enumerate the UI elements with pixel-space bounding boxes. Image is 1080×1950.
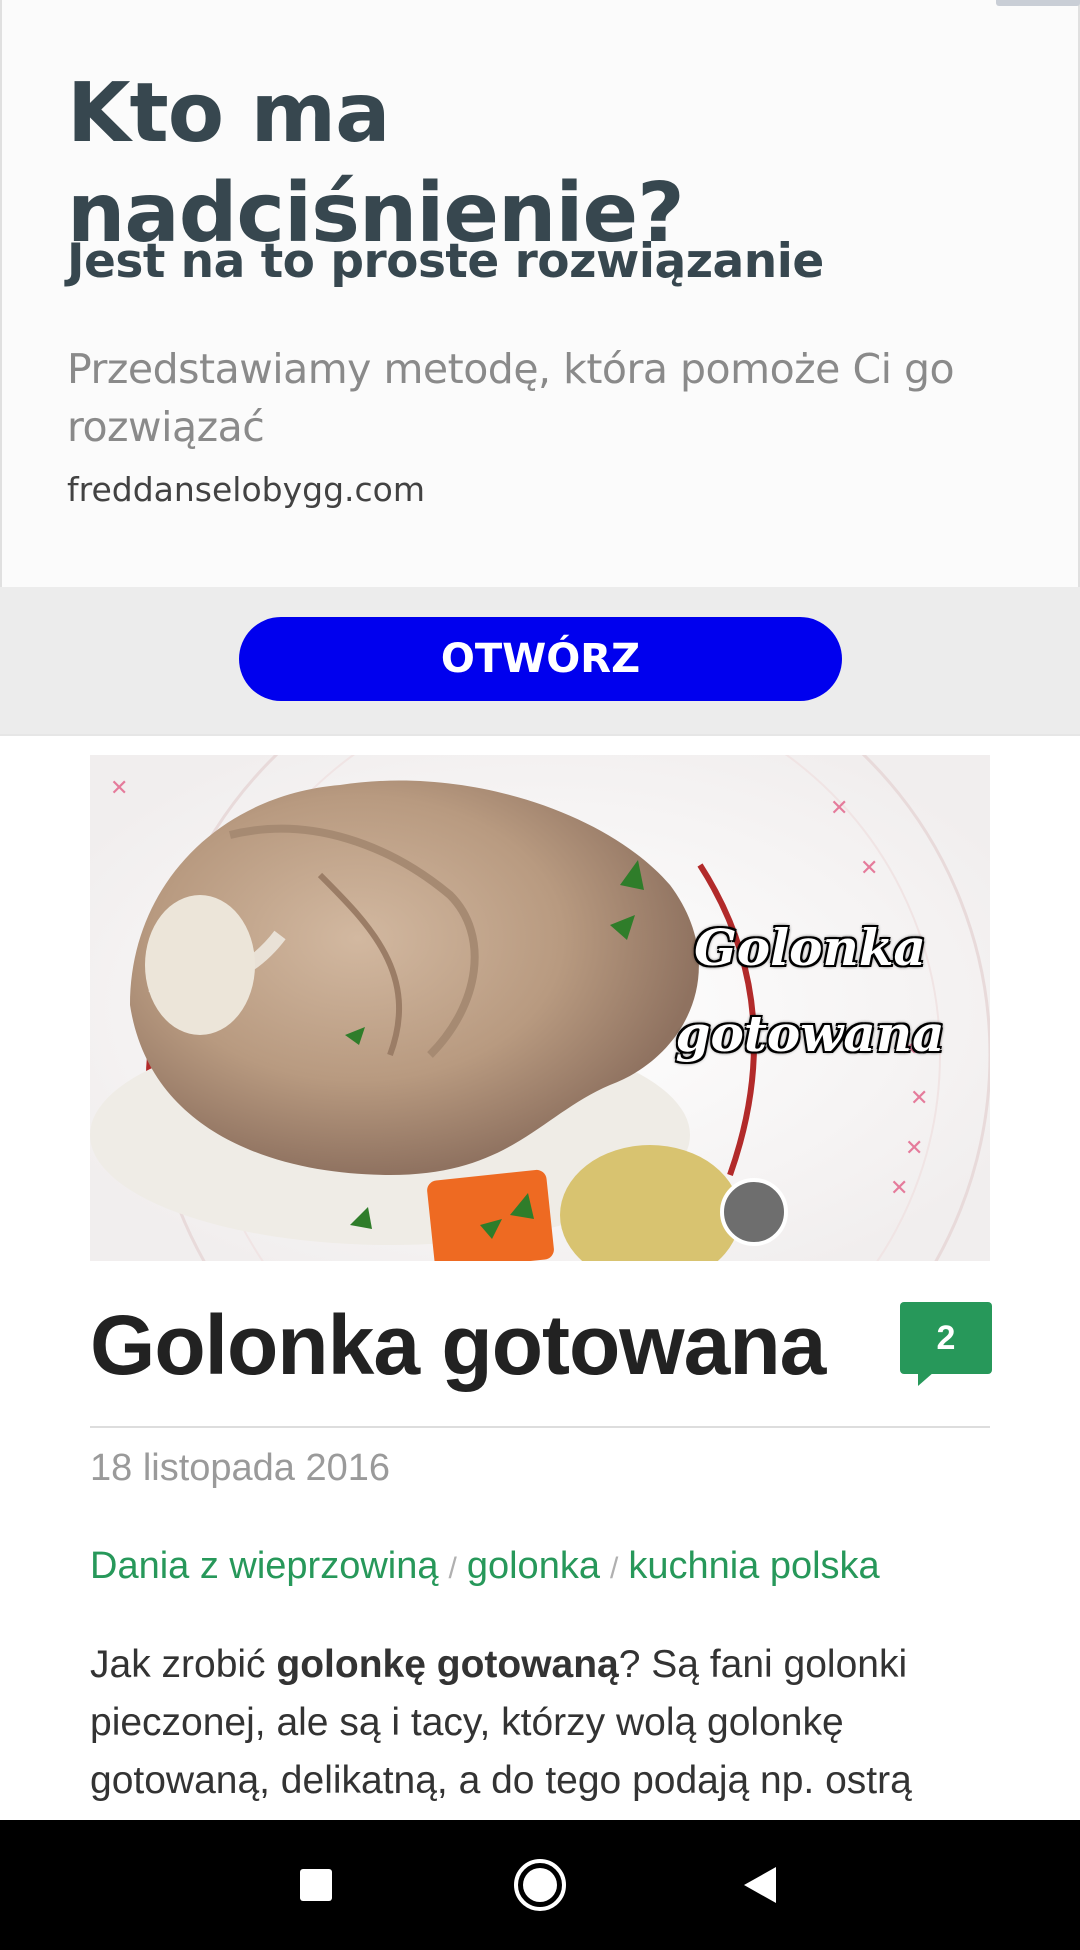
ad-description[interactable]: Przedstawiamy metodę, która pomoże Ci go… [67, 340, 1027, 456]
tag-link[interactable]: Dania z wieprzowiną [90, 1545, 439, 1587]
title-divider [90, 1426, 990, 1428]
body-text: Jak zrobić [90, 1643, 277, 1686]
ad-open-button[interactable]: OTWÓRZ [239, 617, 842, 701]
back-icon [744, 1867, 776, 1903]
ad-banner[interactable]: Kto ma nadciśnienie? Jest na to proste r… [0, 0, 1080, 736]
svg-text:✕: ✕ [910, 1085, 928, 1110]
comment-badge-tail [918, 1372, 934, 1386]
ad-subtitle[interactable]: Jest na to proste rozwiązanie [67, 232, 1027, 292]
comment-count-badge[interactable]: 2 [900, 1302, 992, 1374]
svg-text:✕: ✕ [830, 795, 848, 820]
body-bold-text: golonkę gotowaną [276, 1643, 619, 1686]
author-avatar-watermark [720, 1178, 788, 1246]
home-icon [514, 1859, 566, 1911]
home-button[interactable] [480, 1820, 600, 1950]
svg-text:✕: ✕ [860, 855, 878, 880]
adchoices-icon[interactable] [996, 0, 1080, 6]
article-hero-image[interactable]: ✕ ✕ ✕ ✕ ✕ ✕ ✕ Golonka gotowana [90, 755, 990, 1261]
tag-link[interactable]: kuchnia polska [628, 1545, 879, 1587]
hero-caption-line: Golonka [694, 918, 926, 977]
svg-text:✕: ✕ [110, 775, 128, 800]
post-title[interactable]: Golonka gotowana [90, 1295, 850, 1395]
post-date: 18 listopada 2016 [90, 1447, 391, 1489]
ad-domain[interactable]: freddanselobygg.com [67, 468, 967, 512]
recents-icon [300, 1869, 332, 1901]
tag-link[interactable]: golonka [467, 1545, 600, 1587]
back-button[interactable] [700, 1820, 820, 1950]
post-body: Jak zrobić golonkę gotowaną? Są fani gol… [90, 1636, 1020, 1810]
recents-button[interactable] [256, 1820, 376, 1950]
tag-separator: / [448, 1552, 457, 1585]
svg-text:✕: ✕ [905, 1135, 923, 1160]
svg-text:✕: ✕ [890, 1175, 908, 1200]
post-tags: Dania z wieprzowiną / golonka / kuchnia pols… [90, 1542, 1050, 1593]
tag-separator: / [609, 1552, 619, 1585]
hero-caption: Golonka gotowana [650, 905, 970, 1077]
system-navigation-bar [0, 1820, 1080, 1950]
hero-caption-line: gotowana [675, 1004, 945, 1063]
